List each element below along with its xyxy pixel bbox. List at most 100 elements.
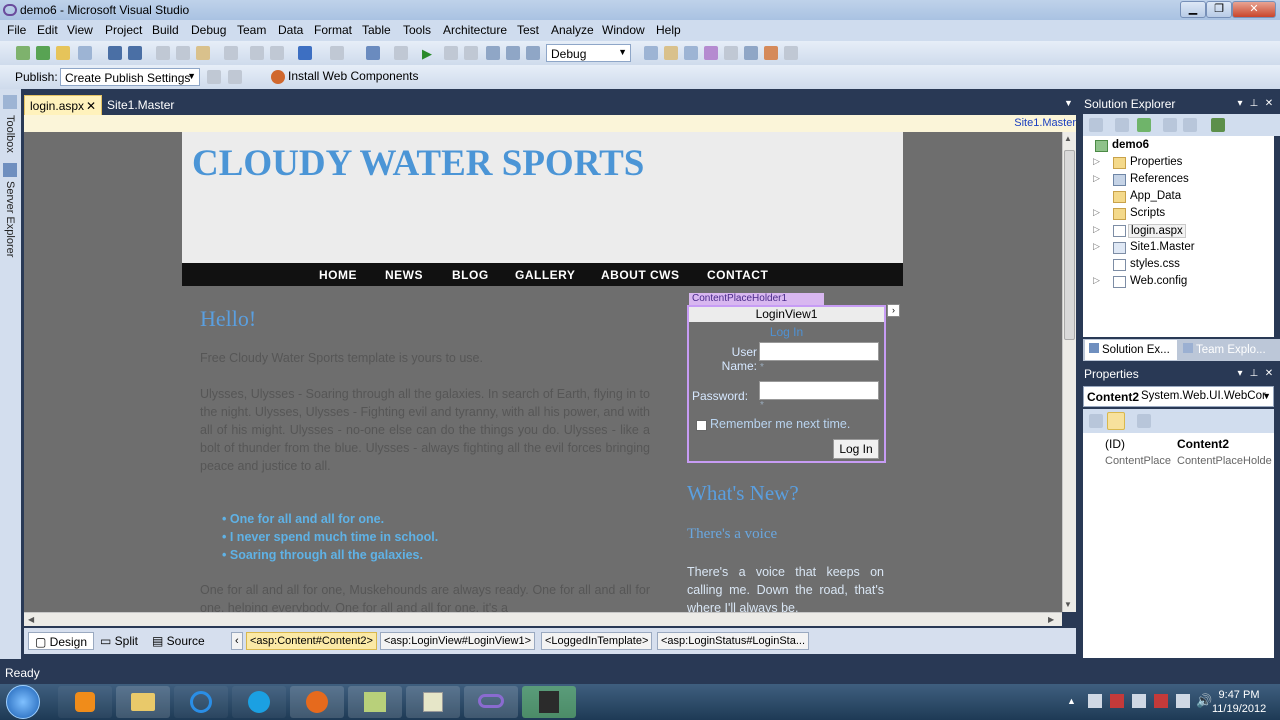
step-over-icon[interactable] <box>506 46 520 60</box>
step-into-icon[interactable] <box>486 46 500 60</box>
tray-icon[interactable] <box>1088 694 1102 708</box>
design-view-button[interactable]: ▢ Design <box>28 632 95 650</box>
expand-icon[interactable]: ▷ <box>1093 207 1100 218</box>
pin-icon[interactable]: ⊥ <box>1248 368 1260 380</box>
volume-icon[interactable]: 🔊 <box>1196 693 1212 709</box>
nav-home[interactable]: HOME <box>319 268 357 282</box>
new-project-icon[interactable] <box>16 46 30 60</box>
tab-site1-master[interactable]: Site1.Master <box>102 95 182 115</box>
horizontal-scrollbar[interactable]: ◀ ▶ <box>24 612 1062 626</box>
copy-icon[interactable] <box>176 46 190 60</box>
publish-icon[interactable] <box>207 70 221 84</box>
tree-item-styles-css[interactable]: styles.css <box>1083 257 1273 274</box>
tab-team-explorer[interactable]: Team Explo... <box>1179 340 1279 360</box>
menu-project[interactable]: Project <box>105 23 142 37</box>
menu-view[interactable]: View <box>67 23 93 37</box>
navigate-forward-icon[interactable] <box>394 46 408 60</box>
menu-analyze[interactable]: Analyze <box>551 23 594 37</box>
property-row[interactable]: ContentPlace ContentPlaceHolde <box>1083 453 1274 470</box>
panel-dropdown-icon[interactable]: ▾ <box>1234 368 1246 380</box>
login-view-control[interactable]: LoginView1 Log In User Name: * Password:… <box>687 305 886 463</box>
scroll-thumb[interactable] <box>1064 150 1075 340</box>
menu-data[interactable]: Data <box>278 23 303 37</box>
tray-icon[interactable] <box>1110 694 1124 708</box>
menu-test[interactable]: Test <box>517 23 539 37</box>
scroll-right-icon[interactable]: ▶ <box>1048 615 1054 624</box>
skype-taskbar-icon[interactable] <box>232 686 286 718</box>
menu-table[interactable]: Table <box>362 23 391 37</box>
nav-blog[interactable]: BLOG <box>452 268 489 282</box>
tree-item-properties[interactable]: ▷ Properties <box>1083 155 1273 172</box>
find-in-files-icon[interactable] <box>644 46 658 60</box>
project-taskbar-icon[interactable] <box>406 686 460 718</box>
pin-icon[interactable]: ⊥ <box>1248 98 1260 110</box>
menu-architecture[interactable]: Architecture <box>443 23 507 37</box>
menu-format[interactable]: Format <box>314 23 352 37</box>
solution-explorer-icon[interactable] <box>664 46 678 60</box>
undo-icon[interactable] <box>298 46 312 60</box>
show-hidden-icons-icon[interactable]: ▲ <box>1067 696 1076 706</box>
network-icon[interactable] <box>1176 694 1190 708</box>
property-pages-icon[interactable] <box>1137 414 1151 428</box>
tree-item-scripts[interactable]: ▷ Scripts <box>1083 206 1273 223</box>
open-file-icon[interactable] <box>56 46 70 60</box>
team-explorer-icon[interactable] <box>744 46 758 60</box>
toolbox-tab[interactable]: Toolbox <box>4 115 16 153</box>
menu-debug[interactable]: Debug <box>191 23 226 37</box>
clock[interactable]: 9:47 PM 11/19/2012 <box>1212 688 1266 716</box>
tree-item-web-config[interactable]: ▷ Web.config <box>1083 274 1273 291</box>
expand-icon[interactable]: ▷ <box>1093 275 1100 286</box>
scroll-left-icon[interactable]: ◀ <box>28 615 34 624</box>
expand-icon[interactable]: ▷ <box>1093 241 1100 252</box>
expand-icon[interactable]: ▷ <box>1093 224 1100 235</box>
tab-login-aspx[interactable]: login.aspx ✕ <box>24 95 102 115</box>
start-page-icon[interactable] <box>784 46 798 60</box>
login-button[interactable]: Log In <box>833 439 879 459</box>
uncomment-icon[interactable] <box>270 46 284 60</box>
asp-config-icon[interactable] <box>1211 118 1225 132</box>
show-all-files-icon[interactable] <box>1115 118 1129 132</box>
menu-window[interactable]: Window <box>602 23 645 37</box>
refresh-icon[interactable] <box>1137 118 1151 132</box>
redo-icon[interactable] <box>330 46 344 60</box>
firefox-taskbar-icon[interactable] <box>290 686 344 718</box>
scroll-up-icon[interactable]: ▲ <box>1064 134 1072 143</box>
categorized-icon[interactable] <box>1089 414 1103 428</box>
close-icon[interactable]: ✕ <box>1263 368 1275 380</box>
tree-item-references[interactable]: ▷ References <box>1083 172 1273 189</box>
minimize-button[interactable]: ▁ <box>1180 1 1206 18</box>
menu-help[interactable]: Help <box>656 23 681 37</box>
nav-news[interactable]: NEWS <box>385 268 423 282</box>
breadcrumb-loginstatus[interactable]: <asp:LoginStatus#LoginSta... <box>657 632 810 650</box>
cut-icon[interactable] <box>156 46 170 60</box>
view-designer-icon[interactable] <box>1183 118 1197 132</box>
navigate-back-icon[interactable] <box>366 46 380 60</box>
toolbox-tab-icon[interactable] <box>3 95 17 109</box>
close-icon[interactable]: ✕ <box>1263 98 1275 110</box>
save-all-icon[interactable] <box>128 46 142 60</box>
master-page-link[interactable]: Site1.Master <box>1014 117 1076 129</box>
scroll-down-icon[interactable]: ▼ <box>1064 600 1072 609</box>
tree-item-site1-master[interactable]: ▷ Site1.Master <box>1083 240 1273 257</box>
menu-edit[interactable]: Edit <box>37 23 58 37</box>
properties-icon[interactable] <box>1089 118 1103 132</box>
explorer-taskbar-icon[interactable] <box>116 686 170 718</box>
view-code-icon[interactable] <box>1163 118 1177 132</box>
breadcrumb-loginview[interactable]: <asp:LoginView#LoginView1> <box>380 632 535 650</box>
web-platform-installer-icon[interactable] <box>271 70 285 84</box>
media-player-taskbar-icon[interactable] <box>58 686 112 718</box>
menu-file[interactable]: File <box>7 23 26 37</box>
menu-tools[interactable]: Tools <box>403 23 431 37</box>
alphabetical-icon[interactable] <box>1107 412 1125 430</box>
pause-icon[interactable] <box>444 46 458 60</box>
comment-icon[interactable] <box>250 46 264 60</box>
start-debugging-icon[interactable]: ▶ <box>422 46 436 61</box>
tab-dropdown-icon[interactable]: ▼ <box>1064 98 1073 108</box>
design-surface[interactable]: CLOUDY WATER SPORTS HOME NEWS BLOG GALLE… <box>24 132 1062 612</box>
paste-icon[interactable] <box>196 46 210 60</box>
properties-object-select[interactable]: Content2 System.Web.UI.WebCor ▼ <box>1083 386 1274 407</box>
tree-item-login-aspx[interactable]: ▷ login.aspx <box>1083 223 1273 240</box>
publish-profile-select[interactable]: Create Publish Settings ▼ <box>60 68 200 86</box>
breadcrumb-content2[interactable]: <asp:Content#Content2> <box>246 632 377 650</box>
close-window-button[interactable]: ✕ <box>1232 1 1276 18</box>
